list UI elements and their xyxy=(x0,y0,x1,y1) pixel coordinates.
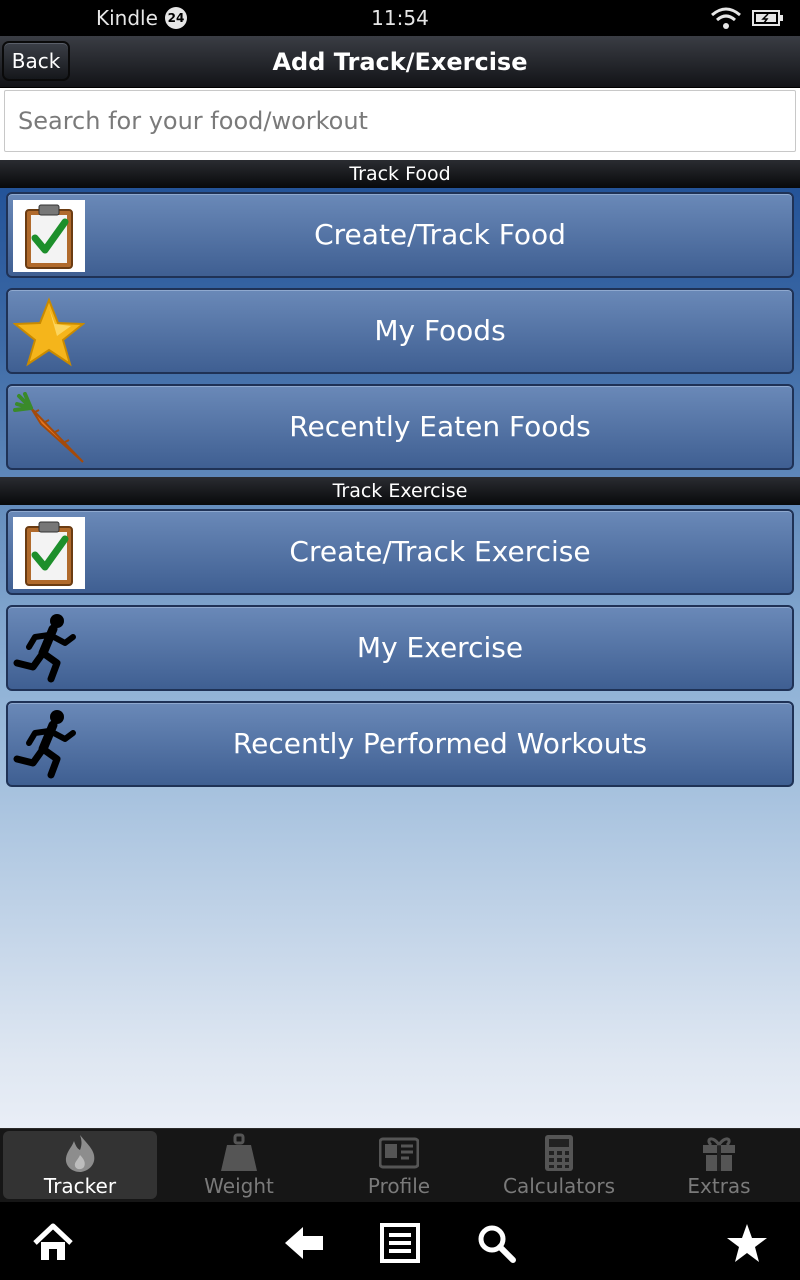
clipboard-check-icon xyxy=(13,200,85,272)
star-icon xyxy=(13,297,85,367)
gift-icon xyxy=(703,1137,735,1171)
create-track-exercise-button[interactable]: Create/Track Exercise xyxy=(6,509,794,595)
row-label: Recently Performed Workouts xyxy=(232,727,648,760)
tab-label: Profile xyxy=(367,1174,431,1198)
clipboard-check-icon xyxy=(13,517,85,589)
tab-profile[interactable]: Profile xyxy=(322,1131,476,1199)
tab-label: Extras xyxy=(687,1174,751,1198)
content-area: Track Food Create/Track Food My Foods Re… xyxy=(0,160,800,1128)
flame-icon xyxy=(65,1135,95,1172)
system-nav-bar xyxy=(0,1202,800,1280)
menu-icon[interactable] xyxy=(379,1222,421,1264)
battery-icon xyxy=(752,10,783,26)
section-header-track-food: Track Food xyxy=(0,160,800,188)
tab-weight[interactable]: Weight xyxy=(162,1131,316,1199)
my-exercise-button[interactable]: My Exercise xyxy=(6,605,794,691)
search-icon[interactable] xyxy=(475,1222,517,1264)
row-label: Create/Track Food xyxy=(314,218,566,251)
home-icon[interactable] xyxy=(32,1222,74,1264)
recently-performed-workouts-button[interactable]: Recently Performed Workouts xyxy=(6,701,794,787)
clock: 11:54 xyxy=(371,6,429,30)
runner-icon xyxy=(13,710,76,779)
page-title: Add Track/Exercise xyxy=(272,48,528,76)
status-bar: Kindle 24 11:54 xyxy=(0,0,800,36)
row-label: Recently Eaten Foods xyxy=(289,410,591,443)
tab-extras[interactable]: Extras xyxy=(642,1131,796,1199)
bottom-tab-bar: Tracker Weight Profile Calculators Extra… xyxy=(0,1128,800,1202)
row-label: My Foods xyxy=(374,314,506,347)
wifi-icon xyxy=(711,7,741,29)
create-track-food-button[interactable]: Create/Track Food xyxy=(6,192,794,278)
tab-label: Tracker xyxy=(43,1174,117,1198)
row-label: My Exercise xyxy=(356,631,524,664)
my-foods-button[interactable]: My Foods xyxy=(6,288,794,374)
search-area xyxy=(0,88,800,160)
carrot-icon xyxy=(13,392,84,463)
tab-label: Calculators xyxy=(503,1174,615,1198)
id-card-icon xyxy=(379,1137,419,1169)
calculator-icon xyxy=(545,1135,573,1171)
tab-label: Weight xyxy=(204,1174,274,1198)
tab-tracker[interactable]: Tracker xyxy=(3,1131,157,1199)
runner-icon xyxy=(13,614,76,683)
search-input[interactable] xyxy=(4,90,796,152)
weight-icon xyxy=(221,1133,257,1171)
back-arrow-icon[interactable] xyxy=(283,1222,325,1264)
favorite-star-icon[interactable] xyxy=(726,1222,768,1264)
section-header-track-exercise: Track Exercise xyxy=(0,477,800,505)
title-bar: Back Add Track/Exercise xyxy=(0,36,800,88)
tab-calculators[interactable]: Calculators xyxy=(482,1131,636,1199)
recently-eaten-foods-button[interactable]: Recently Eaten Foods xyxy=(6,384,794,470)
row-label: Create/Track Exercise xyxy=(289,535,591,568)
